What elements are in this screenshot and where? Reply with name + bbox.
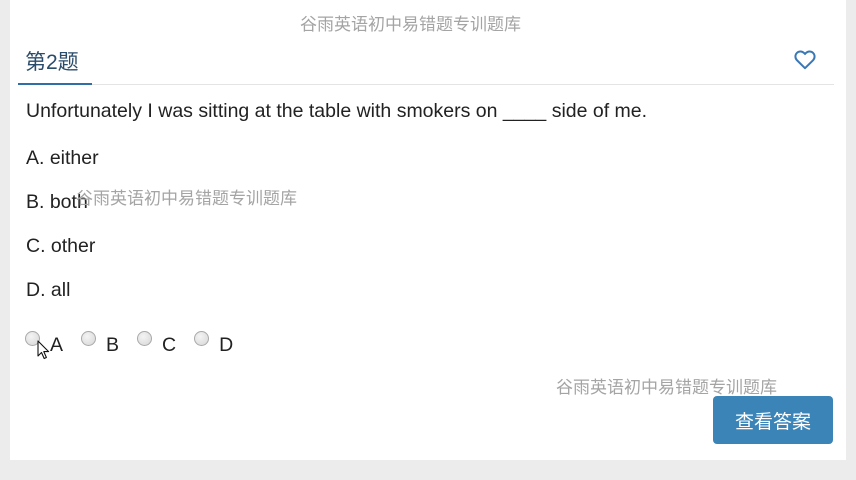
radio-label-a: A: [50, 334, 64, 356]
favorite-button[interactable]: [794, 50, 816, 70]
radio-button-b[interactable]: [81, 331, 97, 346]
title-underline: [18, 83, 92, 85]
question-number-title: 第2题: [25, 51, 79, 74]
question-card: 谷雨英语初中易错题专训题库 第2题 Unfortunately I was si…: [10, 0, 846, 460]
heart-outline-icon: [794, 50, 816, 70]
answer-radio-group: A B C D: [25, 330, 251, 357]
radio-button-c[interactable]: [137, 331, 153, 346]
question-header: 第2题: [18, 36, 834, 85]
watermark-middle: 谷雨英语初中易错题专训题库: [76, 189, 297, 209]
radio-button-d[interactable]: [194, 331, 210, 346]
option-c: C. other: [26, 235, 96, 257]
radio-label-c: C: [162, 334, 177, 356]
radio-choice-c[interactable]: C: [137, 330, 176, 357]
radio-button-a[interactable]: [25, 331, 40, 346]
option-d: D. all: [26, 279, 71, 301]
watermark-top: 谷雨英语初中易错题专训题库: [300, 15, 521, 35]
view-answer-button[interactable]: 查看答案: [713, 396, 833, 444]
radio-choice-b[interactable]: B: [81, 330, 119, 357]
watermark-bottom: 谷雨英语初中易错题专训题库: [556, 378, 777, 398]
options-list: A. either B. both C. other D. all: [26, 144, 99, 320]
option-b: B. both: [26, 191, 88, 213]
radio-label-d: D: [219, 334, 234, 356]
radio-label-b: B: [106, 334, 120, 356]
radio-choice-d[interactable]: D: [194, 330, 233, 357]
option-a: A. either: [26, 147, 99, 169]
question-text: Unfortunately I was sitting at the table…: [26, 100, 648, 122]
radio-choice-a[interactable]: A: [25, 330, 63, 357]
